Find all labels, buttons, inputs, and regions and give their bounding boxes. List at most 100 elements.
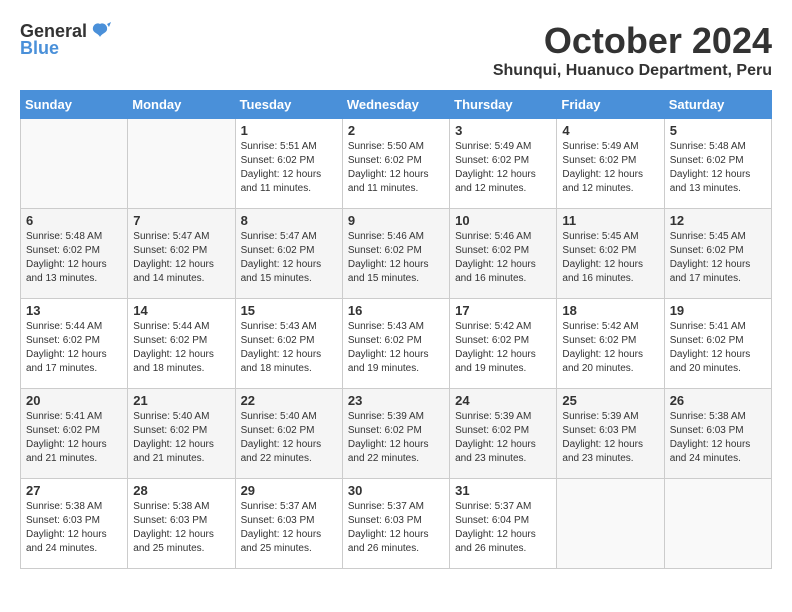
calendar-cell: 14 Sunrise: 5:44 AMSunset: 6:02 PMDayligh…: [128, 299, 235, 389]
day-detail: Sunrise: 5:42 AMSunset: 6:02 PMDaylight:…: [455, 320, 551, 376]
day-detail: Sunrise: 5:49 AMSunset: 6:02 PMDaylight:…: [455, 140, 551, 196]
calendar-cell: [557, 479, 664, 569]
day-number: 3: [455, 123, 551, 138]
calendar-cell: 25Sunrise: 5:39 AMSunset: 6:03 PMDayligh…: [557, 389, 664, 479]
day-detail: Sunrise: 5:47 AMSunset: 6:02 PMDaylight:…: [241, 230, 337, 286]
calendar-cell: 3 Sunrise: 5:49 AMSunset: 6:02 PMDaylight…: [450, 119, 557, 209]
day-detail: Sunrise: 5:45 AMSunset: 6:02 PMDaylight:…: [562, 230, 658, 286]
calendar-cell: 31 Sunrise: 5:37 AMSunset: 6:04 PMDayligh…: [450, 479, 557, 569]
day-of-week-saturday: Saturday: [664, 91, 771, 119]
day-detail: Sunrise: 5:37 AMSunset: 6:03 PMDaylight:…: [348, 500, 444, 556]
day-detail: Sunrise: 5:39 AMSunset: 6:02 PMDaylight:…: [348, 410, 444, 466]
day-detail: Sunrise: 5:37 AMSunset: 6:04 PMDaylight:…: [455, 500, 551, 556]
day-detail: Sunrise: 5:41 AMSunset: 6:02 PMDaylight:…: [26, 410, 122, 466]
day-of-week-thursday: Thursday: [450, 91, 557, 119]
day-number: 1: [241, 123, 337, 138]
day-of-week-monday: Monday: [128, 91, 235, 119]
calendar-cell: 8 Sunrise: 5:47 AMSunset: 6:02 PMDaylight…: [235, 209, 342, 299]
day-detail: Sunrise: 5:49 AMSunset: 6:02 PMDaylight:…: [562, 140, 658, 196]
day-detail: Sunrise: 5:48 AMSunset: 6:02 PMDaylight:…: [26, 230, 122, 286]
day-detail: Sunrise: 5:38 AMSunset: 6:03 PMDaylight:…: [26, 500, 122, 556]
day-number: 14: [133, 303, 229, 318]
calendar-cell: 20Sunrise: 5:41 AMSunset: 6:02 PMDayligh…: [21, 389, 128, 479]
day-of-week-tuesday: Tuesday: [235, 91, 342, 119]
calendar-cell: 27 Sunrise: 5:38 AMSunset: 6:03 PMDayligh…: [21, 479, 128, 569]
calendar-cell: 13 Sunrise: 5:44 AMSunset: 6:02 PMDayligh…: [21, 299, 128, 389]
calendar-cell: 4 Sunrise: 5:49 AMSunset: 6:02 PMDaylight…: [557, 119, 664, 209]
calendar-cell: 12 Sunrise: 5:45 AMSunset: 6:02 PMDayligh…: [664, 209, 771, 299]
calendar-header-row: SundayMondayTuesdayWednesdayThursdayFrid…: [21, 91, 772, 119]
title-area: October 2024 Shunqui, Huanuco Department…: [493, 20, 772, 80]
logo-blue-text: Blue: [20, 38, 59, 59]
calendar-week-row: 27 Sunrise: 5:38 AMSunset: 6:03 PMDayligh…: [21, 479, 772, 569]
calendar-cell: 22Sunrise: 5:40 AMSunset: 6:02 PMDayligh…: [235, 389, 342, 479]
day-number: 13: [26, 303, 122, 318]
calendar-cell: 23Sunrise: 5:39 AMSunset: 6:02 PMDayligh…: [342, 389, 449, 479]
day-number: 18: [562, 303, 658, 318]
day-number: 22: [241, 393, 337, 408]
calendar-week-row: 13 Sunrise: 5:44 AMSunset: 6:02 PMDayligh…: [21, 299, 772, 389]
calendar-cell: 10 Sunrise: 5:46 AMSunset: 6:02 PMDayligh…: [450, 209, 557, 299]
day-number: 2: [348, 123, 444, 138]
day-detail: Sunrise: 5:48 AMSunset: 6:02 PMDaylight:…: [670, 140, 766, 196]
calendar-cell: 2 Sunrise: 5:50 AMSunset: 6:02 PMDaylight…: [342, 119, 449, 209]
day-of-week-friday: Friday: [557, 91, 664, 119]
day-number: 28: [133, 483, 229, 498]
day-detail: Sunrise: 5:47 AMSunset: 6:02 PMDaylight:…: [133, 230, 229, 286]
month-title: October 2024: [493, 20, 772, 62]
day-detail: Sunrise: 5:43 AMSunset: 6:02 PMDaylight:…: [241, 320, 337, 376]
day-number: 21: [133, 393, 229, 408]
day-detail: Sunrise: 5:44 AMSunset: 6:02 PMDaylight:…: [26, 320, 122, 376]
calendar-cell: 1 Sunrise: 5:51 AMSunset: 6:02 PMDaylight…: [235, 119, 342, 209]
day-number: 10: [455, 213, 551, 228]
day-detail: Sunrise: 5:40 AMSunset: 6:02 PMDaylight:…: [133, 410, 229, 466]
calendar-cell: 16 Sunrise: 5:43 AMSunset: 6:02 PMDayligh…: [342, 299, 449, 389]
day-detail: Sunrise: 5:37 AMSunset: 6:03 PMDaylight:…: [241, 500, 337, 556]
day-detail: Sunrise: 5:50 AMSunset: 6:02 PMDaylight:…: [348, 140, 444, 196]
calendar-cell: 6 Sunrise: 5:48 AMSunset: 6:02 PMDaylight…: [21, 209, 128, 299]
day-detail: Sunrise: 5:45 AMSunset: 6:02 PMDaylight:…: [670, 230, 766, 286]
calendar-week-row: 20Sunrise: 5:41 AMSunset: 6:02 PMDayligh…: [21, 389, 772, 479]
calendar-cell: 30 Sunrise: 5:37 AMSunset: 6:03 PMDayligh…: [342, 479, 449, 569]
calendar-cell: 26 Sunrise: 5:38 AMSunset: 6:03 PMDayligh…: [664, 389, 771, 479]
day-detail: Sunrise: 5:42 AMSunset: 6:02 PMDaylight:…: [562, 320, 658, 376]
day-number: 24: [455, 393, 551, 408]
calendar-cell: 29 Sunrise: 5:37 AMSunset: 6:03 PMDayligh…: [235, 479, 342, 569]
day-number: 26: [670, 393, 766, 408]
day-number: 16: [348, 303, 444, 318]
day-of-week-sunday: Sunday: [21, 91, 128, 119]
calendar-cell: [128, 119, 235, 209]
day-detail: Sunrise: 5:51 AMSunset: 6:02 PMDaylight:…: [241, 140, 337, 196]
day-number: 4: [562, 123, 658, 138]
location-subtitle: Shunqui, Huanuco Department, Peru: [493, 62, 772, 80]
day-number: 29: [241, 483, 337, 498]
day-number: 12: [670, 213, 766, 228]
day-number: 9: [348, 213, 444, 228]
day-detail: Sunrise: 5:39 AMSunset: 6:03 PMDaylight:…: [562, 410, 658, 466]
day-number: 5: [670, 123, 766, 138]
calendar-cell: [664, 479, 771, 569]
day-number: 27: [26, 483, 122, 498]
day-detail: Sunrise: 5:38 AMSunset: 6:03 PMDaylight:…: [670, 410, 766, 466]
day-detail: Sunrise: 5:46 AMSunset: 6:02 PMDaylight:…: [455, 230, 551, 286]
calendar-week-row: 6 Sunrise: 5:48 AMSunset: 6:02 PMDaylight…: [21, 209, 772, 299]
calendar-table: SundayMondayTuesdayWednesdayThursdayFrid…: [20, 90, 772, 569]
calendar-cell: 24Sunrise: 5:39 AMSunset: 6:02 PMDayligh…: [450, 389, 557, 479]
calendar-cell: 15 Sunrise: 5:43 AMSunset: 6:02 PMDayligh…: [235, 299, 342, 389]
day-detail: Sunrise: 5:43 AMSunset: 6:02 PMDaylight:…: [348, 320, 444, 376]
logo: General Blue: [20, 20, 111, 59]
day-number: 8: [241, 213, 337, 228]
calendar-cell: 17 Sunrise: 5:42 AMSunset: 6:02 PMDayligh…: [450, 299, 557, 389]
calendar-cell: 28Sunrise: 5:38 AMSunset: 6:03 PMDayligh…: [128, 479, 235, 569]
day-number: 30: [348, 483, 444, 498]
calendar-cell: 18 Sunrise: 5:42 AMSunset: 6:02 PMDayligh…: [557, 299, 664, 389]
day-number: 6: [26, 213, 122, 228]
calendar-cell: 7Sunrise: 5:47 AMSunset: 6:02 PMDaylight…: [128, 209, 235, 299]
day-detail: Sunrise: 5:44 AMSunset: 6:02 PMDaylight:…: [133, 320, 229, 376]
calendar-cell: 9Sunrise: 5:46 AMSunset: 6:02 PMDaylight…: [342, 209, 449, 299]
calendar-cell: 21 Sunrise: 5:40 AMSunset: 6:02 PMDayligh…: [128, 389, 235, 479]
day-number: 15: [241, 303, 337, 318]
day-number: 17: [455, 303, 551, 318]
calendar-cell: 5 Sunrise: 5:48 AMSunset: 6:02 PMDaylight…: [664, 119, 771, 209]
day-number: 31: [455, 483, 551, 498]
